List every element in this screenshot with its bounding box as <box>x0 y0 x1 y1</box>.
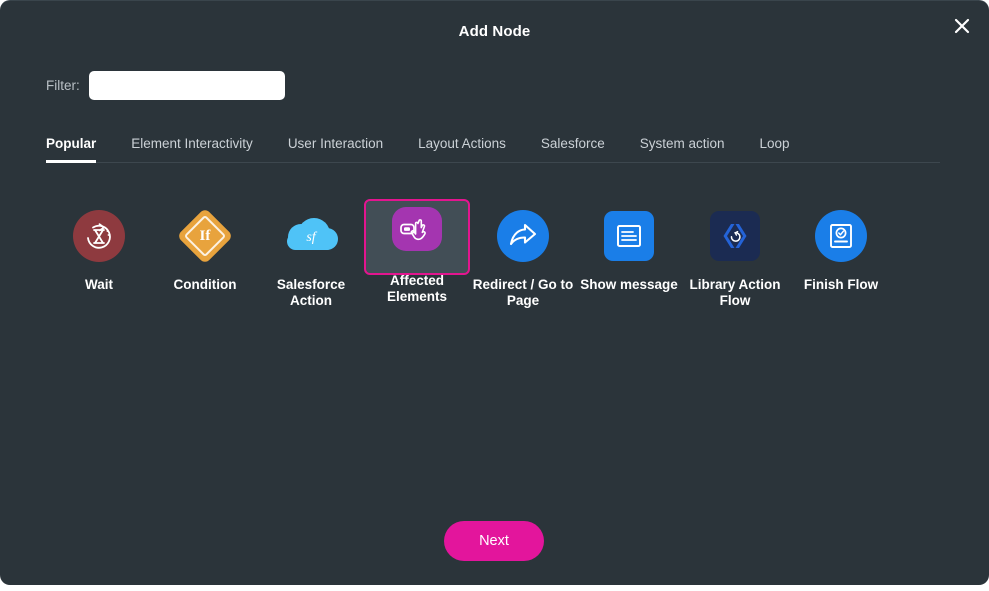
node-tile-redirect-go-to-page[interactable]: Redirect / Go to Page <box>470 199 576 315</box>
node-label-affected-elements: Affected Elements <box>386 273 448 304</box>
node-label-salesforce-action: Salesforce Action <box>276 277 346 308</box>
node-label-wait: Wait <box>85 277 113 292</box>
node-tile-wait[interactable]: Wait <box>46 199 152 299</box>
node-tile-library-action-flow[interactable]: Library Action Flow <box>682 199 788 315</box>
node-label-redirect: Redirect / Go to Page <box>472 277 574 308</box>
code-brackets-refresh-icon <box>723 224 747 248</box>
node-icon-redirect <box>494 207 552 265</box>
node-icon-condition: If <box>176 207 234 265</box>
tab-user-interaction[interactable]: User Interaction <box>288 129 383 162</box>
if-diamond-icon: If <box>176 207 234 265</box>
message-box-icon <box>617 225 641 247</box>
node-tile-affected-elements[interactable]: Affected Elements <box>364 199 470 304</box>
tab-system-action[interactable]: System action <box>640 129 725 162</box>
node-label-library-action-flow: Library Action Flow <box>689 277 781 308</box>
close-icon <box>954 18 970 34</box>
node-label-condition: Condition <box>173 277 237 292</box>
tab-element-interactivity[interactable]: Element Interactivity <box>131 129 253 162</box>
next-button[interactable]: Next <box>444 521 544 561</box>
node-grid: Wait If Condition sf Salesforce Action A… <box>46 199 940 315</box>
pointer-hand-icon <box>400 219 426 241</box>
node-icon-salesforce-action: sf <box>282 207 340 265</box>
node-label-show-message: Show message <box>580 277 678 292</box>
node-icon-finish-flow <box>812 207 870 265</box>
filter-row: Filter: <box>46 71 285 100</box>
node-label-finish-flow: Finish Flow <box>803 277 879 292</box>
node-tile-salesforce-action[interactable]: sf Salesforce Action <box>258 199 364 315</box>
node-icon-library-action-flow <box>706 207 764 265</box>
add-node-dialog: Add Node Filter: Popular Element Interac… <box>0 0 989 585</box>
node-icon-affected-elements <box>388 207 446 251</box>
share-arrow-icon <box>509 223 537 246</box>
hourglass-refresh-icon <box>87 223 111 249</box>
node-tile-finish-flow[interactable]: Finish Flow <box>788 199 894 299</box>
node-icon-wait <box>70 207 128 265</box>
filter-input[interactable] <box>88 71 285 100</box>
node-tile-condition[interactable]: If Condition <box>152 199 258 299</box>
filter-label: Filter: <box>46 78 80 93</box>
node-icon-show-message <box>600 207 658 265</box>
tab-popular[interactable]: Popular <box>46 129 97 163</box>
close-button[interactable] <box>947 11 977 41</box>
tab-layout-actions[interactable]: Layout Actions <box>418 129 506 162</box>
checkmark-card-icon <box>830 224 852 248</box>
category-tabs: Popular Element Interactivity User Inter… <box>46 129 940 163</box>
tab-salesforce[interactable]: Salesforce <box>541 129 605 162</box>
tab-loop[interactable]: Loop <box>760 129 790 162</box>
node-tile-show-message[interactable]: Show message <box>576 199 682 299</box>
salesforce-cloud-icon: sf <box>284 216 338 256</box>
dialog-title: Add Node <box>458 23 531 40</box>
